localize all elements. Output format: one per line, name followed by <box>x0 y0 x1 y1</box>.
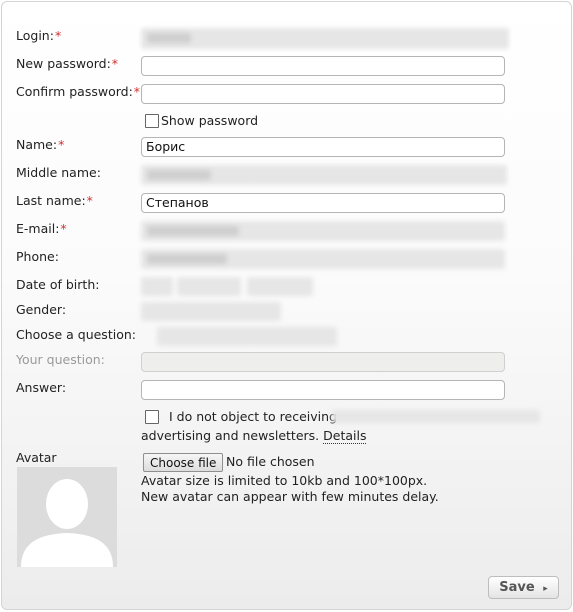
login-value-blurred <box>141 28 509 49</box>
dob-year-blurred <box>247 277 313 296</box>
last-name-field[interactable]: Степанов <box>141 193 505 213</box>
avatar-delay-note: New avatar can appear with few minutes d… <box>141 489 439 504</box>
details-link[interactable]: Details <box>323 428 367 444</box>
your-question-label: Your question: <box>16 352 105 367</box>
your-question-field <box>141 352 505 372</box>
dob-day-blurred <box>141 277 173 296</box>
company-name-blurred <box>332 410 540 423</box>
confirm-password-label: Confirm password:* <box>16 84 141 99</box>
avatar-size-note: Avatar size is limited to 10kb and 100*1… <box>141 473 428 488</box>
save-button[interactable]: Save ▸ <box>488 576 559 599</box>
date-of-birth-label: Date of birth: <box>16 277 100 292</box>
gender-select-blurred <box>141 302 281 321</box>
confirm-password-field[interactable] <box>141 84 505 104</box>
avatar-placeholder-icon <box>17 467 117 567</box>
show-password-label: Show password <box>161 113 259 128</box>
answer-label: Answer: <box>16 380 67 395</box>
login-text-blurred <box>147 33 191 43</box>
email-text-blurred <box>147 226 239 236</box>
last-name-label: Last name:* <box>16 193 93 208</box>
middle-name-text-blurred <box>147 170 211 180</box>
newsletter-line1: I do not object to receiving <box>169 409 337 424</box>
name-field[interactable]: Борис <box>141 137 505 157</box>
chevron-right-icon: ▸ <box>543 584 548 594</box>
newsletter-line2: advertising and newsletters. Details <box>141 428 367 444</box>
choose-question-label: Choose a question: <box>16 327 136 342</box>
no-file-chosen-text: No file chosen <box>226 454 315 469</box>
phone-text-blurred <box>147 254 227 264</box>
choose-file-button[interactable]: Choose file <box>143 453 224 472</box>
avatar-label: Avatar <box>16 450 57 465</box>
phone-label: Phone: <box>16 249 59 264</box>
gender-label: Gender: <box>16 302 67 317</box>
show-password-checkbox[interactable] <box>145 114 159 128</box>
middle-name-label: Middle name: <box>16 165 101 180</box>
dob-month-blurred <box>177 277 241 296</box>
save-label: Save <box>499 580 535 595</box>
email-label: E-mail:* <box>16 221 67 236</box>
question-select-blurred <box>157 327 337 346</box>
new-password-label: New password:* <box>16 56 119 71</box>
new-password-field[interactable] <box>141 56 505 76</box>
newsletter-checkbox[interactable] <box>145 410 159 424</box>
profile-form-panel: Login:* New password:* Confirm password:… <box>1 1 572 610</box>
name-label: Name:* <box>16 137 65 152</box>
login-label: Login:* <box>16 28 62 43</box>
answer-field[interactable] <box>141 380 505 400</box>
